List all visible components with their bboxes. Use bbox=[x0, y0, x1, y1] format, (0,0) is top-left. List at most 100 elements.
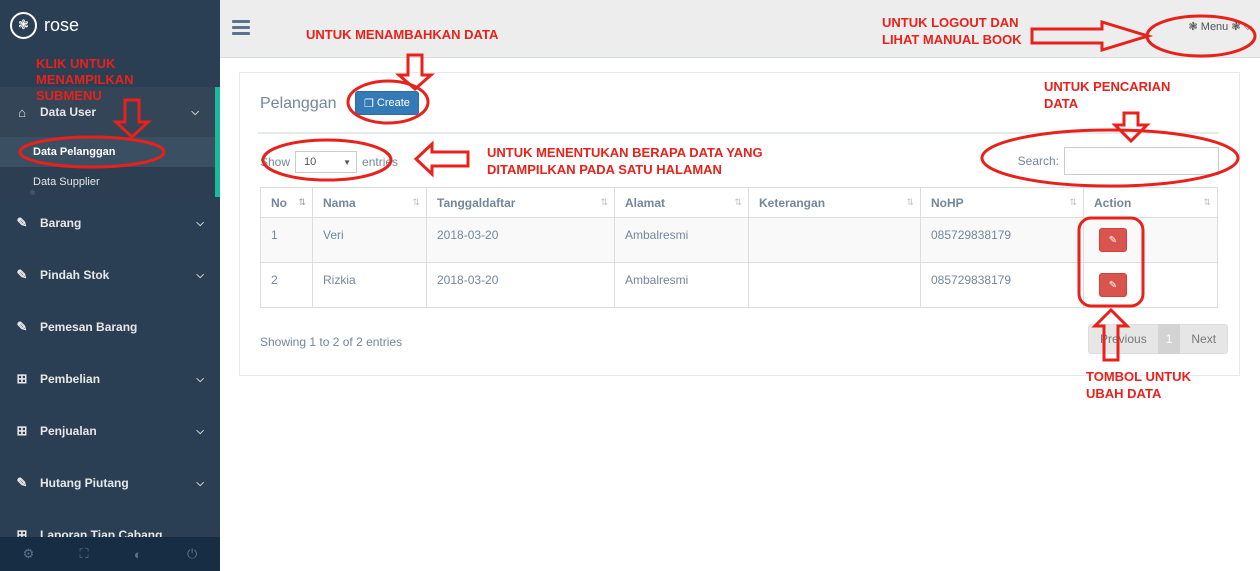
caret-down-icon: ▼ bbox=[343, 157, 352, 167]
annotation-submenu: KLIK UNTUK MENAMPILKAN SUBMENU bbox=[36, 56, 134, 103]
cell-action: ✎ bbox=[1083, 217, 1218, 263]
page-title: Pelanggan bbox=[260, 95, 337, 112]
sidebar-item-hutang-piutang[interactable]: ✎ Hutang Piutang ⌵ bbox=[0, 457, 220, 509]
table-header-row: No ⇅ Nama ⇅ Tanggaldaftar ⇅ Alamat ⇅ Keteran… bbox=[260, 187, 1218, 218]
sort-icon: ⇅ bbox=[734, 197, 742, 207]
power-icon[interactable]: ⏻ bbox=[187, 546, 197, 562]
annotation-menentukan: UNTUK MENENTUKAN BERAPA DATA YANG DITAMP… bbox=[487, 145, 763, 177]
length-suffix: entries bbox=[362, 155, 399, 169]
sort-icon: ⇅ bbox=[1203, 197, 1211, 207]
sort-icon: ⇅ bbox=[906, 197, 914, 207]
table-icon: ⊞ bbox=[16, 423, 28, 438]
cell-action: ✎ bbox=[1083, 262, 1218, 308]
sort-icon: ⇅ bbox=[600, 197, 608, 207]
length-prefix: Show bbox=[260, 155, 291, 169]
search-input[interactable] bbox=[1064, 147, 1219, 175]
paw-icon: ❃ bbox=[1188, 21, 1198, 33]
pagination-next[interactable]: Next bbox=[1180, 332, 1227, 346]
column-header-nohp[interactable]: NoHP ⇅ bbox=[920, 187, 1084, 218]
column-header-action[interactable]: Action ⇅ bbox=[1083, 187, 1218, 218]
chevron-down-icon: ⌵ bbox=[196, 373, 204, 385]
edit-button[interactable]: ✎ bbox=[1099, 273, 1127, 297]
chevron-down-icon: ⌵ bbox=[1243, 21, 1252, 33]
edit-button[interactable]: ✎ bbox=[1099, 228, 1127, 252]
sidebar-item-label: Pembelian bbox=[40, 372, 101, 386]
cell-nama: Rizkia bbox=[312, 262, 427, 308]
column-header-nama[interactable]: Nama ⇅ bbox=[312, 187, 427, 218]
cell-no: 2 bbox=[260, 262, 313, 308]
sidebar-item-label: Hutang Piutang bbox=[40, 476, 129, 490]
entries-select[interactable]: 10 ▼ bbox=[295, 151, 358, 173]
edit-icon: ✎ bbox=[16, 475, 28, 490]
fullscreen-icon[interactable]: ⛶ bbox=[80, 546, 89, 562]
annotation-ubah-data: TOMBOL UNTUK UBAH DATA bbox=[1086, 369, 1191, 401]
hide-icon[interactable]: ◐ bbox=[134, 547, 142, 562]
customer-table: No ⇅ Nama ⇅ Tanggaldaftar ⇅ Alamat ⇅ Keteran… bbox=[260, 187, 1218, 308]
submenu-item-data-pelanggan[interactable]: Data Pelanggan bbox=[0, 137, 215, 167]
cell-tanggal: 2018-03-20 bbox=[426, 262, 615, 308]
submenu-item-data-supplier[interactable]: Data Supplier bbox=[0, 167, 215, 197]
column-header-tanggaldaftar[interactable]: Tanggaldaftar ⇅ bbox=[426, 187, 615, 218]
paw-icon: ❃ bbox=[1231, 21, 1241, 33]
sort-icon: ⇅ bbox=[298, 197, 306, 207]
sidebar-item-label: Barang bbox=[40, 216, 82, 230]
user-menu-dropdown[interactable]: ❃ Menu ❃ ⌵ bbox=[1189, 20, 1253, 34]
sidebar-menu: ⌂ Data User ⌵ Data Pelanggan Data Suppli… bbox=[0, 87, 220, 561]
annotation-logout: UNTUK LOGOUT DAN LIHAT MANUAL BOOK bbox=[882, 15, 1022, 47]
brand[interactable]: ❃ rose bbox=[10, 10, 79, 40]
divider bbox=[258, 132, 1219, 134]
column-header-no[interactable]: No ⇅ bbox=[260, 187, 313, 218]
table-row: 2 Rizkia 2018-03-20 Ambalresmi 085729838… bbox=[260, 262, 1218, 308]
create-button-label: Create bbox=[376, 97, 410, 109]
cell-alamat: Ambalresmi bbox=[614, 262, 749, 308]
annotation-pencarian: UNTUK PENCARIAN DATA bbox=[1044, 79, 1171, 111]
sort-icon: ⇅ bbox=[412, 197, 420, 207]
sidebar-footer: ⚙ ⛶ ◐ ⏻ bbox=[0, 537, 220, 571]
table-info: Showing 1 to 2 of 2 entries bbox=[260, 335, 403, 349]
column-header-alamat[interactable]: Alamat ⇅ bbox=[614, 187, 749, 218]
chevron-down-icon: ⌵ bbox=[196, 425, 204, 437]
sidebar-item-pindah-stok[interactable]: ✎ Pindah Stok ⌵ bbox=[0, 249, 220, 301]
pagination-previous[interactable]: Previous bbox=[1089, 332, 1158, 346]
column-header-keterangan[interactable]: Keterangan ⇅ bbox=[748, 187, 921, 218]
annotation-tambah-data: UNTUK MENAMBAHKAN DATA bbox=[306, 27, 499, 42]
cell-keterangan bbox=[748, 217, 921, 263]
bullet-icon bbox=[30, 190, 35, 195]
settings-icon[interactable]: ⚙ bbox=[23, 546, 35, 562]
chevron-down-icon: ⌵ bbox=[191, 106, 199, 118]
cell-alamat: Ambalresmi bbox=[614, 217, 749, 263]
cell-nohp: 085729838179 bbox=[920, 262, 1084, 308]
cell-tanggal: 2018-03-20 bbox=[426, 217, 615, 263]
sidebar-item-pembelian[interactable]: ⊞ Pembelian ⌵ bbox=[0, 353, 220, 405]
entries-select-value: 10 bbox=[304, 156, 317, 168]
submenu-item-label: Data Supplier bbox=[33, 176, 100, 188]
submenu-item-label: Data Pelanggan bbox=[33, 146, 116, 158]
cell-nama: Veri bbox=[312, 217, 427, 263]
sidebar-item-pemesan-barang[interactable]: ✎ Pemesan Barang bbox=[0, 301, 220, 353]
sort-icon: ⇅ bbox=[1069, 197, 1077, 207]
edit-icon: ✎ bbox=[16, 319, 28, 334]
sidebar-item-label: Pemesan Barang bbox=[40, 320, 138, 334]
table-icon: ⊞ bbox=[16, 371, 28, 386]
sidebar-item-label: Penjualan bbox=[40, 424, 97, 438]
menu-toggle-icon[interactable] bbox=[232, 20, 250, 38]
sidebar-item-penjualan[interactable]: ⊞ Penjualan ⌵ bbox=[0, 405, 220, 457]
copy-icon: ❐ bbox=[364, 97, 374, 110]
cell-no: 1 bbox=[260, 217, 313, 263]
chevron-down-icon: ⌵ bbox=[196, 217, 204, 229]
home-icon: ⌂ bbox=[18, 104, 26, 120]
sidebar-item-label: Data User bbox=[40, 105, 97, 119]
content-panel: Pelanggan ❐ Create Show 10 ▼ entries Sea… bbox=[239, 72, 1240, 376]
edit-icon: ✎ bbox=[16, 215, 28, 230]
sidebar-item-barang[interactable]: ✎ Barang ⌵ bbox=[0, 197, 220, 249]
submenu-data-user: Data Pelanggan Data Supplier bbox=[0, 137, 220, 197]
user-menu-label: Menu bbox=[1200, 21, 1229, 33]
table-row: 1 Veri 2018-03-20 Ambalresmi 08572983817… bbox=[260, 217, 1218, 263]
create-button[interactable]: ❐ Create bbox=[355, 91, 419, 115]
edit-icon: ✎ bbox=[16, 267, 28, 282]
app-root: ❃ rose ⌂ Data User ⌵ Data Pelanggan Data… bbox=[0, 0, 1260, 571]
pagination-page[interactable]: 1 bbox=[1157, 324, 1181, 354]
search-control: Search: bbox=[1018, 147, 1219, 175]
cell-nohp: 085729838179 bbox=[920, 217, 1084, 263]
entries-length-control: Show 10 ▼ entries bbox=[260, 151, 398, 173]
